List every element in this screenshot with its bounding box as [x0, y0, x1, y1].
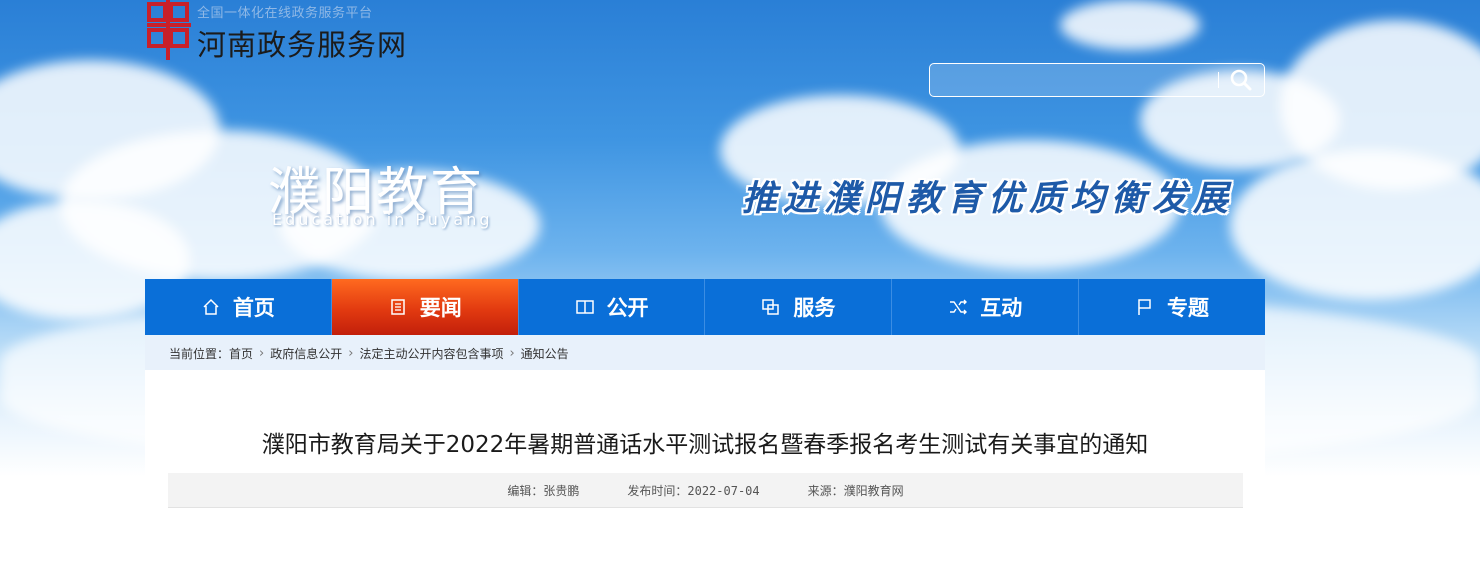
article-meta: 编辑：张贵鹏 发布时间：2022-07-04 来源：濮阳教育网	[168, 473, 1243, 508]
news-icon	[390, 299, 405, 315]
article-container: 濮阳市教育局关于2022年暑期普通话水平测试报名暨春季报名考生测试有关事宜的通知…	[145, 370, 1265, 561]
flag-icon	[1138, 299, 1151, 315]
cloud-shape	[1230, 150, 1480, 300]
nav-item-public[interactable]: 公开	[519, 279, 706, 335]
article-editor: 编辑：张贵鹏	[507, 483, 580, 498]
platform-logo[interactable]: 全国一体化在线政务服务平台 河南政务服务网	[147, 0, 406, 62]
chevron-right-icon: ›	[509, 345, 515, 361]
nav-label: 首页	[232, 296, 275, 320]
shuffle-icon	[950, 299, 968, 315]
banner-slogan: 推进濮阳教育优质均衡发展	[742, 178, 1235, 219]
cloud-shape	[1060, 0, 1200, 50]
nav-label: 专题	[1167, 296, 1210, 320]
search-input[interactable]	[936, 69, 1220, 91]
nav-item-news[interactable]: 要闻	[331, 279, 519, 335]
breadcrumb-item[interactable]: 首页	[229, 345, 253, 362]
breadcrumb-prefix: 当前位置：	[169, 346, 230, 361]
search-box	[929, 63, 1265, 97]
nav-label: 公开	[606, 296, 649, 320]
henan-gov-logo-icon	[147, 0, 191, 60]
home-icon	[203, 298, 219, 315]
chevron-right-icon: ›	[348, 345, 354, 361]
breadcrumb: 当前位置： 首页 › 政府信息公开 › 法定主动公开内容包含事项 › 通知公告	[145, 336, 1265, 370]
nav-item-interact[interactable]: 互动	[892, 279, 1080, 335]
article-publish-time: 发布时间：2022-07-04	[627, 483, 760, 498]
platform-title: 河南政务服务网	[197, 28, 408, 62]
banner-title-en: Education in Puyang	[272, 210, 493, 229]
chevron-right-icon: ›	[259, 345, 265, 361]
search-icon[interactable]	[1226, 67, 1256, 93]
nav-item-home[interactable]: 首页	[145, 279, 332, 335]
book-icon	[575, 300, 594, 314]
breadcrumb-item[interactable]: 通知公告	[521, 345, 569, 362]
nav-label: 服务	[793, 296, 836, 320]
article-source: 来源：濮阳教育网	[807, 483, 904, 498]
article-title: 濮阳市教育局关于2022年暑期普通话水平测试报名暨春季报名考生测试有关事宜的通知	[261, 432, 1149, 458]
service-icon	[762, 299, 780, 315]
platform-subtitle: 全国一体化在线政务服务平台	[197, 6, 373, 21]
breadcrumb-item[interactable]: 政府信息公开	[270, 345, 342, 362]
search-divider	[1218, 72, 1219, 88]
education-puyang-logo: 濮阳教育 Education in Puyang	[268, 150, 508, 240]
main-nav: 首页 要闻 公开 服务 互动 专题	[145, 279, 1265, 335]
nav-item-service[interactable]: 服务	[705, 279, 893, 335]
nav-item-topic[interactable]: 专题	[1079, 279, 1265, 335]
breadcrumb-item[interactable]: 法定主动公开内容包含事项	[359, 345, 503, 362]
nav-label: 互动	[980, 296, 1023, 320]
nav-label: 要闻	[419, 296, 462, 320]
